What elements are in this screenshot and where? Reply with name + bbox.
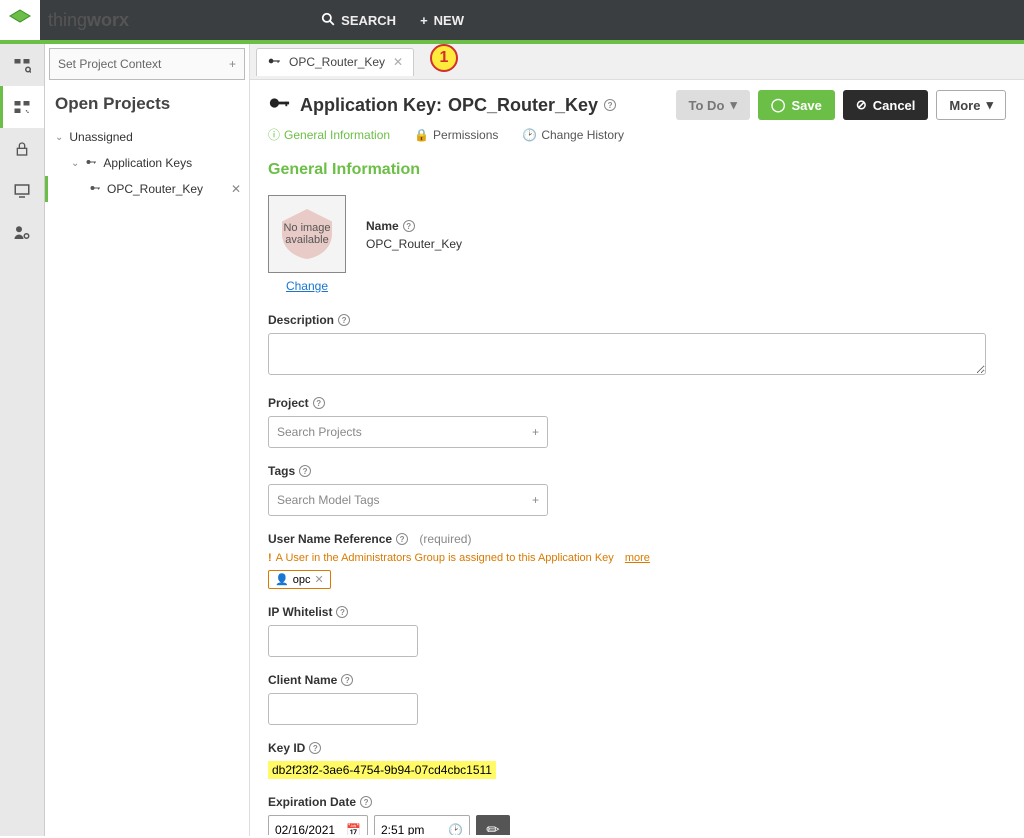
- name-value: OPC_Router_Key: [366, 237, 462, 251]
- name-label: Name?: [366, 219, 462, 233]
- chevron-down-icon: ▾: [986, 97, 993, 113]
- new-button[interactable]: + NEW: [420, 12, 464, 29]
- iconbar-projects[interactable]: [0, 86, 44, 128]
- lock-icon: 🔒: [414, 128, 429, 142]
- help-icon[interactable]: ?: [299, 465, 311, 477]
- userref-chip[interactable]: 👤 opc ✕: [268, 570, 331, 589]
- key-icon: [89, 182, 101, 197]
- help-icon[interactable]: ?: [313, 397, 325, 409]
- tree-item-opc-router-key[interactable]: OPC_Router_Key ✕: [45, 176, 249, 202]
- logo-icon: [0, 0, 40, 40]
- tree-unassigned[interactable]: ⌄ Unassigned: [45, 124, 249, 150]
- callout-badge: 1: [430, 44, 458, 72]
- iconbar-browse[interactable]: [0, 44, 44, 86]
- change-image-link[interactable]: Change: [286, 279, 328, 293]
- keyid-value: db2f23f2-3ae6-4754-9b94-07cd4cbc1511: [268, 761, 496, 779]
- clientname-label: Client Name: [268, 673, 337, 687]
- clock-icon: 🕑: [448, 823, 463, 835]
- help-icon[interactable]: ?: [336, 606, 348, 618]
- editor-tab[interactable]: OPC_Router_Key ✕: [256, 48, 414, 76]
- entity-title: Application Key: OPC_Router_Key ?: [300, 95, 616, 116]
- cancel-icon: ⊘: [856, 97, 867, 113]
- thumbnail: No image available: [268, 195, 346, 273]
- help-icon[interactable]: ?: [604, 99, 616, 111]
- content: OPC_Router_Key ✕ 1 Application Key: OPC_…: [250, 44, 1024, 836]
- help-icon[interactable]: ?: [403, 220, 415, 232]
- userref-warning: !A User in the Administrators Group is a…: [268, 552, 1006, 564]
- ipwhitelist-input[interactable]: [268, 625, 418, 657]
- tags-search[interactable]: Search Model Tags+: [268, 484, 548, 516]
- key-icon: [268, 92, 290, 119]
- userref-more-link[interactable]: more: [625, 552, 650, 564]
- subtabs: ⓘGeneral Information 🔒Permissions 🕑Chang…: [250, 126, 1024, 155]
- search-button[interactable]: SEARCH: [321, 12, 396, 29]
- iconbar: [0, 44, 45, 836]
- help-icon[interactable]: ?: [396, 533, 408, 545]
- expiration-time-input[interactable]: 2:51 pm🕑: [374, 815, 470, 835]
- more-button[interactable]: More ▾: [936, 90, 1006, 120]
- user-icon: 👤: [275, 573, 289, 586]
- chevron-down-icon: ▾: [730, 97, 737, 113]
- sidebar-heading: Open Projects: [45, 84, 249, 124]
- save-button[interactable]: ◯Save: [758, 90, 835, 120]
- chevron-down-icon: ⌄: [55, 132, 63, 143]
- brand: thingworx: [48, 10, 129, 31]
- project-label: Project: [268, 396, 309, 410]
- help-icon[interactable]: ?: [341, 674, 353, 686]
- todo-button[interactable]: To Do ▾: [676, 90, 750, 120]
- section-title: General Information: [268, 161, 1006, 179]
- form-body: General Information No image available C…: [250, 155, 1024, 835]
- subtab-permissions[interactable]: 🔒Permissions: [414, 126, 498, 147]
- description-label: Description: [268, 313, 334, 327]
- project-context-input[interactable]: Set Project Context +: [49, 48, 245, 80]
- info-icon: ⓘ: [268, 126, 280, 143]
- subtab-general[interactable]: ⓘGeneral Information: [268, 126, 390, 147]
- project-search[interactable]: Search Projects+: [268, 416, 548, 448]
- sidebar: Set Project Context + Open Projects ⌄ Un…: [45, 44, 250, 836]
- description-input[interactable]: [268, 333, 986, 375]
- plus-icon: +: [420, 13, 428, 28]
- iconbar-monitor[interactable]: [0, 170, 44, 212]
- keyid-label: Key ID: [268, 741, 305, 755]
- tabstrip: OPC_Router_Key ✕ 1: [250, 44, 1024, 80]
- help-icon[interactable]: ?: [338, 314, 350, 326]
- plus-icon: +: [229, 57, 236, 71]
- close-icon[interactable]: ✕: [231, 182, 241, 196]
- expiration-label: Expiration Date: [268, 795, 356, 809]
- tags-label: Tags: [268, 464, 295, 478]
- iconbar-usersettings[interactable]: [0, 212, 44, 254]
- calendar-icon: 📅: [346, 823, 361, 835]
- clock-icon: 🕑: [522, 128, 537, 142]
- clientname-input[interactable]: [268, 693, 418, 725]
- close-icon[interactable]: ✕: [393, 55, 403, 69]
- search-icon: [321, 12, 335, 29]
- save-icon: ◯: [771, 97, 786, 113]
- ipwhitelist-label: IP Whitelist: [268, 605, 332, 619]
- subtab-history[interactable]: 🕑Change History: [522, 126, 624, 147]
- help-icon[interactable]: ?: [309, 742, 321, 754]
- entity-header: Application Key: OPC_Router_Key ? To Do …: [250, 80, 1024, 126]
- cancel-button[interactable]: ⊘Cancel: [843, 90, 929, 120]
- clear-date-button[interactable]: ✏: [476, 815, 510, 835]
- close-icon[interactable]: ✕: [314, 573, 323, 586]
- tree-appkeys[interactable]: ⌄ Application Keys: [45, 150, 249, 176]
- help-icon[interactable]: ?: [360, 796, 372, 808]
- plus-icon: +: [532, 493, 539, 507]
- plus-icon: +: [532, 425, 539, 439]
- key-icon: [85, 156, 97, 171]
- chevron-down-icon: ⌄: [71, 158, 79, 169]
- topbar: thingworx SEARCH + NEW: [0, 0, 1024, 40]
- userref-label: User Name Reference: [268, 532, 392, 546]
- project-tree: ⌄ Unassigned ⌄ Application Keys OPC_Rout…: [45, 124, 249, 202]
- expiration-date-input[interactable]: 02/16/2021📅: [268, 815, 368, 835]
- iconbar-security[interactable]: [0, 128, 44, 170]
- key-icon: [267, 54, 281, 71]
